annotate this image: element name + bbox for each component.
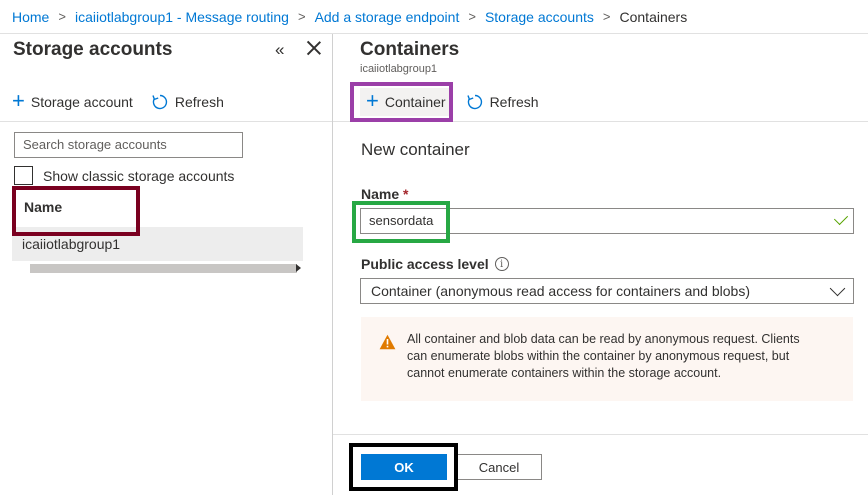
breadcrumb-current: Containers xyxy=(619,8,688,25)
add-storage-account-button[interactable]: + Storage account xyxy=(12,87,133,113)
access-label-text: Public access level xyxy=(361,256,489,272)
storage-accounts-pane: Storage accounts « + Storage account Ref… xyxy=(0,34,333,495)
breadcrumb-home[interactable]: Home xyxy=(12,9,49,25)
plus-icon: + xyxy=(12,87,25,113)
warning-line: can enumerate blobs within the container… xyxy=(407,349,790,363)
show-classic-row[interactable]: Show classic storage accounts xyxy=(14,166,234,185)
cancel-button[interactable]: Cancel xyxy=(456,454,542,480)
anonymous-access-warning: All container and blob data can be read … xyxy=(361,317,853,401)
name-label-text: Name xyxy=(361,186,400,202)
check-icon xyxy=(833,210,849,226)
refresh-containers-button[interactable]: Refresh xyxy=(466,93,539,111)
highlight-ok-button xyxy=(349,443,458,491)
add-storage-account-label: Storage account xyxy=(30,93,133,110)
chevron-down-icon xyxy=(829,280,846,297)
access-level-value: Container (anonymous read access for con… xyxy=(371,283,750,299)
search-storage-accounts-input[interactable]: Search storage accounts xyxy=(14,132,243,158)
containers-title: Containers xyxy=(360,39,460,60)
close-icon[interactable] xyxy=(305,39,323,57)
horizontal-scrollbar[interactable] xyxy=(14,263,303,274)
refresh-icon xyxy=(466,94,482,109)
public-access-level-dropdown[interactable]: Container (anonymous read access for con… xyxy=(360,278,854,304)
containers-subtitle: icaiiotlabgroup1 xyxy=(360,63,438,75)
breadcrumb-separator: > xyxy=(602,9,611,24)
breadcrumb-separator: > xyxy=(297,9,306,24)
breadcrumb: Home > icaiiotlabgroup1 - Message routin… xyxy=(0,0,868,34)
collapse-icon[interactable]: « xyxy=(275,40,284,60)
show-classic-label: Show classic storage accounts xyxy=(43,167,235,184)
breadcrumb-message-routing[interactable]: icaiiotlabgroup1 - Message routing xyxy=(75,9,289,25)
highlight-storage-account xyxy=(12,186,140,236)
breadcrumb-separator: > xyxy=(468,9,476,24)
storage-accounts-toolbar: + Storage account Refresh xyxy=(0,82,332,122)
warning-line: All container and blob data can be read … xyxy=(407,332,800,346)
refresh-label: Refresh xyxy=(174,93,224,110)
public-access-level-label: Public access level i xyxy=(361,256,509,272)
breadcrumb-storage-accounts[interactable]: Storage accounts xyxy=(485,9,594,25)
required-marker: * xyxy=(403,186,409,202)
refresh-storage-accounts-button[interactable]: Refresh xyxy=(151,93,224,111)
breadcrumb-add-storage-endpoint[interactable]: Add a storage endpoint xyxy=(315,9,460,25)
scroll-right-arrow-icon[interactable] xyxy=(296,264,301,272)
warning-line: cannot enumerate containers within the s… xyxy=(407,366,722,380)
scrollbar-thumb[interactable] xyxy=(30,264,297,273)
warning-icon xyxy=(379,334,396,350)
refresh-icon xyxy=(152,94,167,109)
name-field-label: Name * xyxy=(361,186,408,202)
storage-account-name: icaiiotlabgroup1 xyxy=(22,236,121,252)
refresh-label: Refresh xyxy=(489,93,539,110)
new-container-title: New container xyxy=(361,140,470,159)
info-icon[interactable]: i xyxy=(494,257,509,271)
storage-accounts-title: Storage accounts xyxy=(13,39,173,60)
highlight-add-container xyxy=(350,82,453,122)
highlight-container-name xyxy=(352,201,450,243)
show-classic-checkbox[interactable] xyxy=(14,166,33,185)
breadcrumb-separator: > xyxy=(58,9,66,24)
